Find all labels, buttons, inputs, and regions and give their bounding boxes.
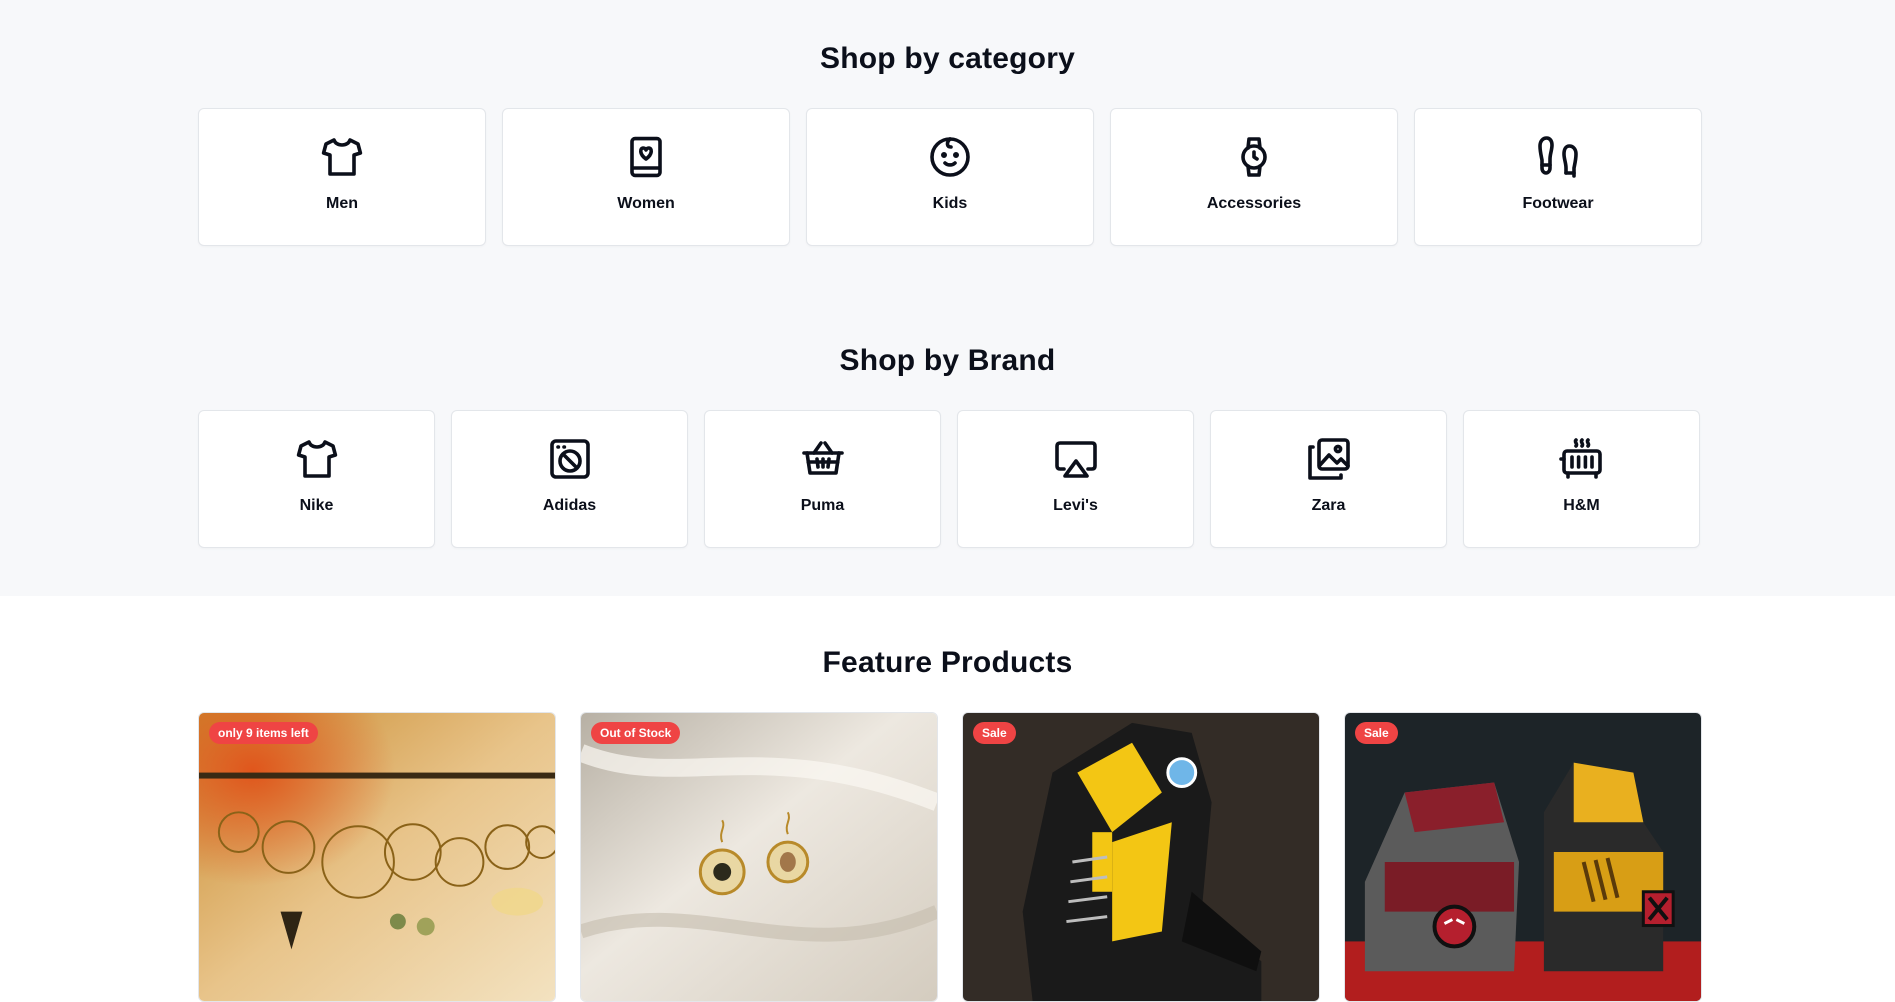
basket-icon — [801, 441, 844, 475]
brand-label: H&M — [1563, 497, 1600, 514]
brand-card-puma[interactable]: Puma — [704, 410, 941, 548]
brand-card-adidas[interactable]: Adidas — [451, 410, 688, 548]
brand-card-hm[interactable]: H&M — [1463, 410, 1700, 548]
brand-label: Puma — [800, 497, 845, 514]
brand-label: Zara — [1311, 497, 1346, 514]
heart-book-icon — [630, 136, 662, 178]
sale-badge: Sale — [973, 722, 1016, 744]
red-yellow-sneakers-photo — [1345, 713, 1701, 1001]
earrings-display-photo — [199, 713, 555, 1001]
brand-label: Levi's — [1053, 497, 1098, 514]
baby-face-icon — [930, 137, 970, 177]
brand-card-zara[interactable]: Zara — [1210, 410, 1447, 548]
tshirt-icon — [296, 440, 337, 478]
round-earrings-photo — [581, 713, 937, 1001]
stock-badge: only 9 items left — [209, 722, 318, 744]
category-card-footwear[interactable]: Footwear — [1414, 108, 1702, 246]
yellow-sneaker-photo — [963, 713, 1319, 1001]
tshirt-icon — [321, 138, 363, 176]
category-label: Kids — [932, 195, 968, 212]
brand-section-title: Shop by Brand — [839, 344, 1056, 377]
category-grid: Men Women Kids Accessories Footwear — [198, 108, 1702, 246]
category-section-title: Shop by category — [820, 42, 1075, 75]
category-label: Footwear — [1522, 195, 1594, 212]
product-card-4[interactable]: Sale — [1344, 712, 1702, 1002]
washing-machine-icon — [549, 439, 590, 479]
feature-products-grid: only 9 items left Out of Stock Sale Sale — [198, 712, 1702, 1002]
brand-card-nike[interactable]: Nike — [198, 410, 435, 548]
category-card-men[interactable]: Men — [198, 108, 486, 246]
footprints-icon — [1538, 136, 1578, 178]
category-label: Women — [617, 195, 675, 212]
sale-badge: Sale — [1355, 722, 1398, 744]
category-label: Accessories — [1206, 195, 1302, 212]
watch-icon — [1241, 137, 1267, 177]
brand-label: Adidas — [542, 497, 597, 514]
airplay-icon — [1054, 441, 1097, 478]
image-gallery-icon — [1307, 438, 1350, 480]
product-card-3[interactable]: Sale — [962, 712, 1320, 1002]
brand-grid: Nike Adidas Puma Levi's Zara H&M — [198, 410, 1702, 548]
category-card-kids[interactable]: Kids — [806, 108, 1094, 246]
brand-card-levis[interactable]: Levi's — [957, 410, 1194, 548]
product-card-2[interactable]: Out of Stock — [580, 712, 938, 1002]
heater-icon — [1558, 438, 1602, 479]
category-card-women[interactable]: Women — [502, 108, 790, 246]
product-card-1[interactable]: only 9 items left — [198, 712, 556, 1002]
feature-section-title: Feature Products — [822, 646, 1073, 679]
category-card-accessories[interactable]: Accessories — [1110, 108, 1398, 246]
category-label: Men — [326, 195, 358, 212]
stock-badge: Out of Stock — [591, 722, 681, 744]
brand-label: Nike — [299, 497, 334, 514]
